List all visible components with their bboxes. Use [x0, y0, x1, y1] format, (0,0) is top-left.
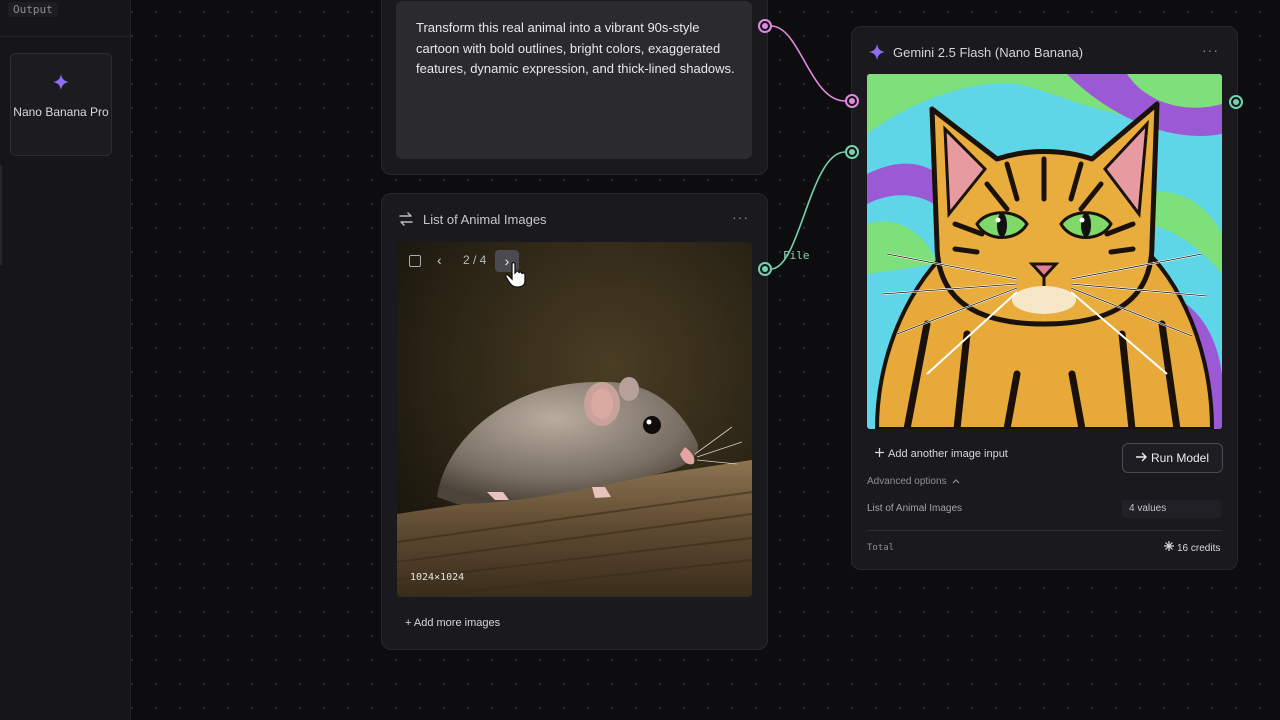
sparkle-icon — [869, 44, 885, 60]
credits-icon — [1164, 541, 1174, 551]
node-title: Gemini 2.5 Flash (Nano Banana) — [893, 45, 1084, 60]
image-dimensions: 1024×1024 — [410, 572, 465, 583]
output-tag: Output — [8, 2, 58, 17]
divider — [867, 530, 1222, 531]
prompt-output-port[interactable] — [758, 19, 772, 33]
prompt-text: Transform this real animal into a vibran… — [416, 20, 735, 76]
credits-display: 16 credits — [1164, 541, 1220, 554]
model-card-nano-banana-pro[interactable]: Nano Banana Pro — [10, 53, 112, 156]
node-title: List of Animal Images — [423, 212, 547, 227]
chevron-up-icon — [952, 479, 960, 484]
list-output-port[interactable] — [758, 262, 772, 276]
node-header: List of Animal Images ··· — [396, 209, 753, 230]
animal-image-viewer[interactable]: ‹ 2 / 4 › 1024×1024 — [397, 242, 752, 597]
gemini-prompt-input-port[interactable] — [845, 94, 859, 108]
model-card-label: Nano Banana Pro — [13, 105, 109, 119]
gemini-output-port[interactable] — [1229, 95, 1243, 109]
more-menu-icon[interactable]: ··· — [732, 209, 749, 225]
hand-cursor-icon — [505, 262, 526, 288]
prev-image-button[interactable]: ‹ — [437, 252, 442, 268]
mouse-image — [397, 242, 752, 597]
run-model-label: Run Model — [1150, 451, 1210, 465]
add-more-images-button[interactable]: + Add more images — [405, 617, 500, 629]
input-row-value[interactable]: 4 values — [1122, 500, 1221, 518]
arrow-right-icon — [1135, 452, 1147, 462]
add-image-input-label: Add another image input — [888, 448, 1008, 460]
panel-edge — [0, 165, 2, 265]
gemini-image-input-port[interactable] — [845, 145, 859, 159]
more-menu-icon[interactable]: ··· — [1202, 42, 1219, 58]
plus-icon — [875, 448, 884, 457]
cartoon-cat-image — [867, 74, 1222, 429]
select-checkbox[interactable] — [409, 255, 421, 267]
advanced-options-label: Advanced options — [867, 476, 947, 487]
prompt-textarea[interactable]: Transform this real animal into a vibran… — [396, 1, 752, 159]
node-header: Gemini 2.5 Flash (Nano Banana) ··· — [866, 42, 1223, 63]
credits-value: 16 credits — [1177, 543, 1221, 554]
image-pager: ‹ 2 / 4 › — [409, 250, 529, 288]
prompt-node[interactable]: Transform this real animal into a vibran… — [381, 0, 768, 175]
total-label: Total — [867, 543, 895, 553]
list-of-animal-images-node[interactable]: List of Animal Images ··· ‹ 2 / 4 › 1024… — [381, 193, 768, 650]
divider — [0, 36, 130, 37]
image-counter: 2 / 4 — [463, 253, 487, 267]
run-model-button[interactable]: Run Model — [1122, 443, 1223, 473]
file-edge-label: File — [783, 249, 810, 262]
list-icon — [399, 212, 413, 226]
prompt-wire — [770, 25, 846, 102]
advanced-options-toggle[interactable]: Advanced options — [867, 476, 960, 487]
left-panel: Output Nano Banana Pro — [0, 0, 131, 720]
output-image[interactable] — [867, 74, 1222, 429]
add-image-input-button[interactable]: Add another image input — [875, 448, 1008, 460]
gemini-model-node[interactable]: Gemini 2.5 Flash (Nano Banana) ··· Add a… — [851, 26, 1238, 570]
input-row-label: List of Animal Images — [867, 503, 963, 514]
sparkle-icon — [53, 74, 69, 90]
